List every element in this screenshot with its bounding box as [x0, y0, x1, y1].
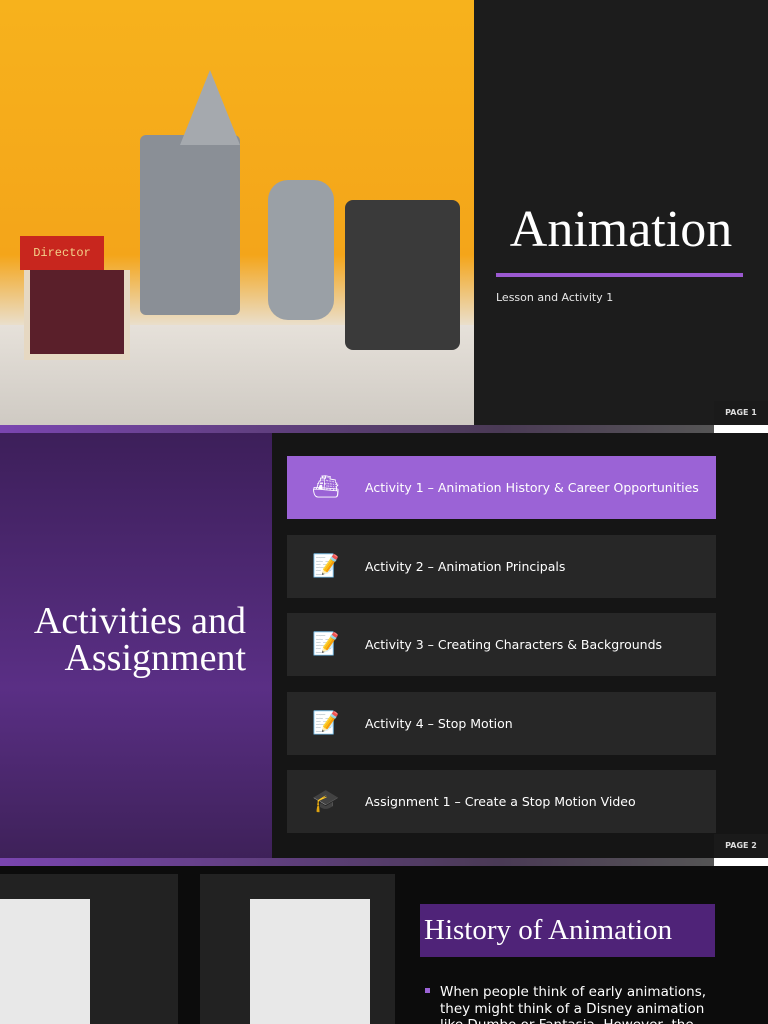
slide-title: Animation	[509, 201, 733, 258]
page-bar-end	[714, 858, 768, 866]
agenda-item-activity-4[interactable]: 📝 Activity 4 – Stop Motion	[287, 692, 716, 755]
agenda-item-activity-3[interactable]: 📝 Activity 3 – Creating Characters & Back…	[287, 613, 716, 676]
slide-title: History of Animation	[420, 904, 715, 957]
checklist-icon: 📝	[312, 711, 340, 736]
agenda-item-label: Activity 4 – Stop Motion	[365, 716, 513, 731]
page-label: PAGE 1	[714, 401, 768, 425]
agenda-item-label: Assignment 1 – Create a Stop Motion Vide…	[365, 794, 636, 809]
agenda-item-activity-1[interactable]: ⛴ Activity 1 – Animation History & Career…	[287, 456, 716, 519]
page-bar	[0, 425, 714, 433]
title-line-1: Activities and	[33, 600, 246, 642]
bullet-text: When people think of early animations, t…	[440, 984, 707, 1024]
agenda-item-label: Activity 2 – Animation Principals	[365, 559, 566, 574]
title-panel: Activities and Assignment	[0, 433, 272, 858]
director-chair-sign: Director	[20, 236, 104, 270]
slide-subtitle: Lesson and Activity 1	[496, 291, 614, 304]
agenda-item-label: Activity 1 – Animation History & Career …	[365, 480, 699, 495]
page-bar-end	[714, 425, 768, 433]
page-bar	[0, 858, 714, 866]
checklist-icon: 📝	[312, 554, 340, 579]
agenda-item-assignment-1[interactable]: 🎓 Assignment 1 – Create a Stop Motion Vid…	[287, 770, 716, 833]
slide-3: History of Animation When people think o…	[0, 866, 768, 1024]
ship-icon: ⛴	[312, 475, 340, 500]
page-label: PAGE 2	[714, 834, 768, 858]
graduation-cap-icon: 🎓	[312, 789, 340, 814]
agenda-item-activity-2[interactable]: 📝 Activity 2 – Animation Principals	[287, 535, 716, 598]
checklist-icon: 📝	[312, 632, 340, 657]
title-underline	[496, 273, 743, 277]
early-animation-still-2	[200, 874, 395, 1024]
bullet-point: When people think of early animations, t…	[425, 984, 715, 1024]
title-line-2: Assignment	[64, 637, 246, 679]
slide-title: Activities and Assignment	[33, 600, 246, 679]
agenda-item-label: Activity 3 – Creating Characters & Backg…	[365, 637, 663, 652]
robots-photo: Director	[0, 0, 474, 425]
slide-1: Director Animation Lesson and Activity 1…	[0, 0, 768, 433]
early-animation-still-1	[0, 874, 178, 1024]
slide-2: Activities and Assignment ⛴ Activity 1 – …	[0, 433, 768, 866]
